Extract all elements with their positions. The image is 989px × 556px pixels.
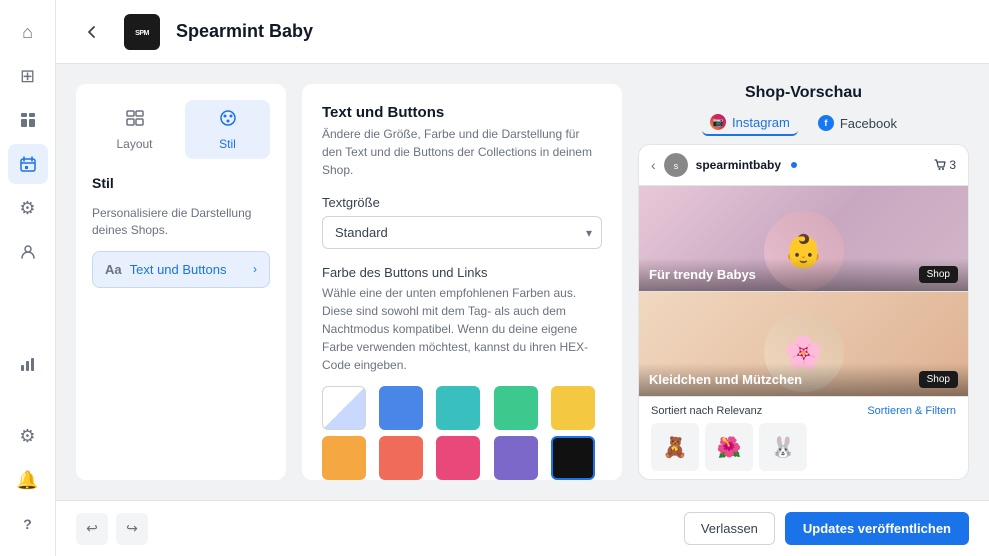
action-bar: ↩ ↪ Verlassen Updates veröffentlichen <box>56 500 989 556</box>
sidebar-item-chart[interactable] <box>8 344 48 384</box>
phone-cart[interactable]: 3 <box>933 158 956 172</box>
left-panel-section-title: Stil <box>92 175 270 191</box>
text-buttons-menu-item[interactable]: Aa Text und Buttons › <box>92 251 270 288</box>
layout-tab-icon <box>125 108 145 133</box>
sort-bar: Sortiert nach Relevanz Sortieren & Filte… <box>651 405 956 417</box>
product-overlay-1: Für trendy Babys Shop <box>639 258 968 291</box>
tab-stil-label: Stil <box>219 137 236 151</box>
phone-bottom-bar: Sortiert nach Relevanz Sortieren & Filte… <box>639 396 968 479</box>
textsize-select[interactable]: Klein Standard Groß <box>322 216 602 249</box>
svg-text:s: s <box>673 161 678 171</box>
cancel-button[interactable]: Verlassen <box>684 512 775 545</box>
header: SPM Spearmint Baby <box>56 0 989 64</box>
product-title-1: Für trendy Babys <box>649 267 756 282</box>
tab-stil[interactable]: Stil <box>185 100 270 159</box>
thumbnails: 🧸 🌺 🐰 <box>651 423 956 471</box>
textsize-field: Textgröße Klein Standard Groß ▾ <box>322 195 602 249</box>
sidebar-item-bell[interactable]: 🔔 <box>8 460 48 500</box>
thumb-2[interactable]: 🌺 <box>705 423 753 471</box>
action-buttons: Verlassen Updates veröffentlichen <box>684 512 969 545</box>
main-area: SPM Spearmint Baby Layout Stil <box>56 0 989 556</box>
thumb-1[interactable]: 🧸 <box>651 423 699 471</box>
sidebar-item-settings-bottom[interactable]: ⚙ <box>8 416 48 456</box>
color-grid <box>322 386 602 480</box>
aa-icon: Aa <box>105 262 122 277</box>
color-swatch-orange[interactable] <box>322 436 366 480</box>
color-section-label: Farbe des Buttons und Links <box>322 265 602 280</box>
content-body: Layout Stil Stil Personalisiere die Dars… <box>56 64 989 500</box>
color-section-desc: Wähle eine der unten empfohlenen Farben … <box>322 284 602 374</box>
publish-button[interactable]: Updates veröffentlichen <box>785 512 969 545</box>
back-button[interactable] <box>76 16 108 48</box>
sidebar-item-home[interactable]: ⌂ <box>8 12 48 52</box>
color-swatch-purple[interactable] <box>494 436 538 480</box>
preview-tab-instagram[interactable]: 📷 Instagram <box>702 110 798 136</box>
preview-tab-facebook[interactable]: f Facebook <box>810 111 905 135</box>
middle-desc: Ändere die Größe, Farbe und die Darstell… <box>322 125 602 179</box>
sidebar-item-help[interactable]: ? <box>8 504 48 544</box>
color-swatch-teal[interactable] <box>436 386 480 430</box>
facebook-icon: f <box>818 115 834 131</box>
sidebar-item-layout[interactable] <box>8 100 48 140</box>
product-title-2: Kleidchen und Mützchen <box>649 372 802 387</box>
left-panel-section-desc: Personalisiere die Darstellung deines Sh… <box>92 205 270 239</box>
cart-count: 3 <box>949 158 956 172</box>
brand-logo: SPM <box>124 14 160 50</box>
textsize-label: Textgröße <box>322 195 602 210</box>
sidebar-item-user[interactable] <box>8 232 48 272</box>
sidebar-item-calendar[interactable] <box>8 144 48 184</box>
middle-section-title: Text und Buttons Ändere die Größe, Farbe… <box>322 104 602 179</box>
product-card-1: 👶 Für trendy Babys Shop <box>639 186 968 291</box>
tab-layout-label: Layout <box>116 137 152 151</box>
verified-dot <box>791 162 797 168</box>
color-swatch-black[interactable] <box>551 436 595 480</box>
tab-bar: Layout Stil <box>92 100 270 159</box>
shop-button-1[interactable]: Shop <box>919 266 958 283</box>
left-sidebar: ⌂ ⊞ ⚙ ⚙ 🔔 ? <box>0 0 56 556</box>
undo-redo-group: ↩ ↪ <box>76 513 148 545</box>
color-swatch-white[interactable] <box>322 386 366 430</box>
undo-button[interactable]: ↩ <box>76 513 108 545</box>
color-swatch-coral[interactable] <box>379 436 423 480</box>
filter-button[interactable]: Sortieren & Filtern <box>867 405 956 417</box>
svg-text:SPM: SPM <box>135 30 149 37</box>
textsize-select-wrapper: Klein Standard Groß ▾ <box>322 216 602 249</box>
color-swatch-green[interactable] <box>494 386 538 430</box>
color-section: Farbe des Buttons und Links Wähle eine d… <box>322 265 602 480</box>
phone-topbar: ‹ s spearmintbaby 3 <box>639 145 968 186</box>
phone-back-icon[interactable]: ‹ <box>651 157 656 173</box>
instagram-tab-label: Instagram <box>732 115 790 130</box>
color-swatch-pink[interactable] <box>436 436 480 480</box>
sidebar-item-settings[interactable]: ⚙ <box>8 188 48 228</box>
preview-title: Shop-Vorschau <box>638 84 969 102</box>
tab-layout[interactable]: Layout <box>92 100 177 159</box>
instagram-icon: 📷 <box>710 114 726 130</box>
menu-item-label: Text und Buttons <box>130 262 245 277</box>
phone-avatar: s <box>664 153 688 177</box>
header-title: Spearmint Baby <box>176 21 313 42</box>
phone-frame: ‹ s spearmintbaby 3 👶 <box>638 144 969 480</box>
sort-label: Sortiert nach Relevanz <box>651 405 762 417</box>
chevron-right-icon: › <box>253 262 257 276</box>
middle-panel: Text und Buttons Ändere die Größe, Farbe… <box>302 84 622 480</box>
middle-title: Text und Buttons <box>322 104 602 121</box>
color-swatch-blue[interactable] <box>379 386 423 430</box>
thumb-3[interactable]: 🐰 <box>759 423 807 471</box>
right-panel: Shop-Vorschau 📷 Instagram f Facebook ‹ s <box>638 84 969 480</box>
redo-button[interactable]: ↪ <box>116 513 148 545</box>
left-panel: Layout Stil Stil Personalisiere die Dars… <box>76 84 286 480</box>
facebook-tab-label: Facebook <box>840 116 897 131</box>
shop-button-2[interactable]: Shop <box>919 371 958 388</box>
stil-tab-icon <box>218 108 238 133</box>
product-overlay-2: Kleidchen und Mützchen Shop <box>639 363 968 396</box>
sidebar-item-grid[interactable]: ⊞ <box>8 56 48 96</box>
product-card-2: 🌸 Kleidchen und Mützchen Shop <box>639 291 968 397</box>
color-swatch-yellow[interactable] <box>551 386 595 430</box>
phone-username: spearmintbaby <box>696 158 781 172</box>
preview-tabs: 📷 Instagram f Facebook <box>638 110 969 136</box>
